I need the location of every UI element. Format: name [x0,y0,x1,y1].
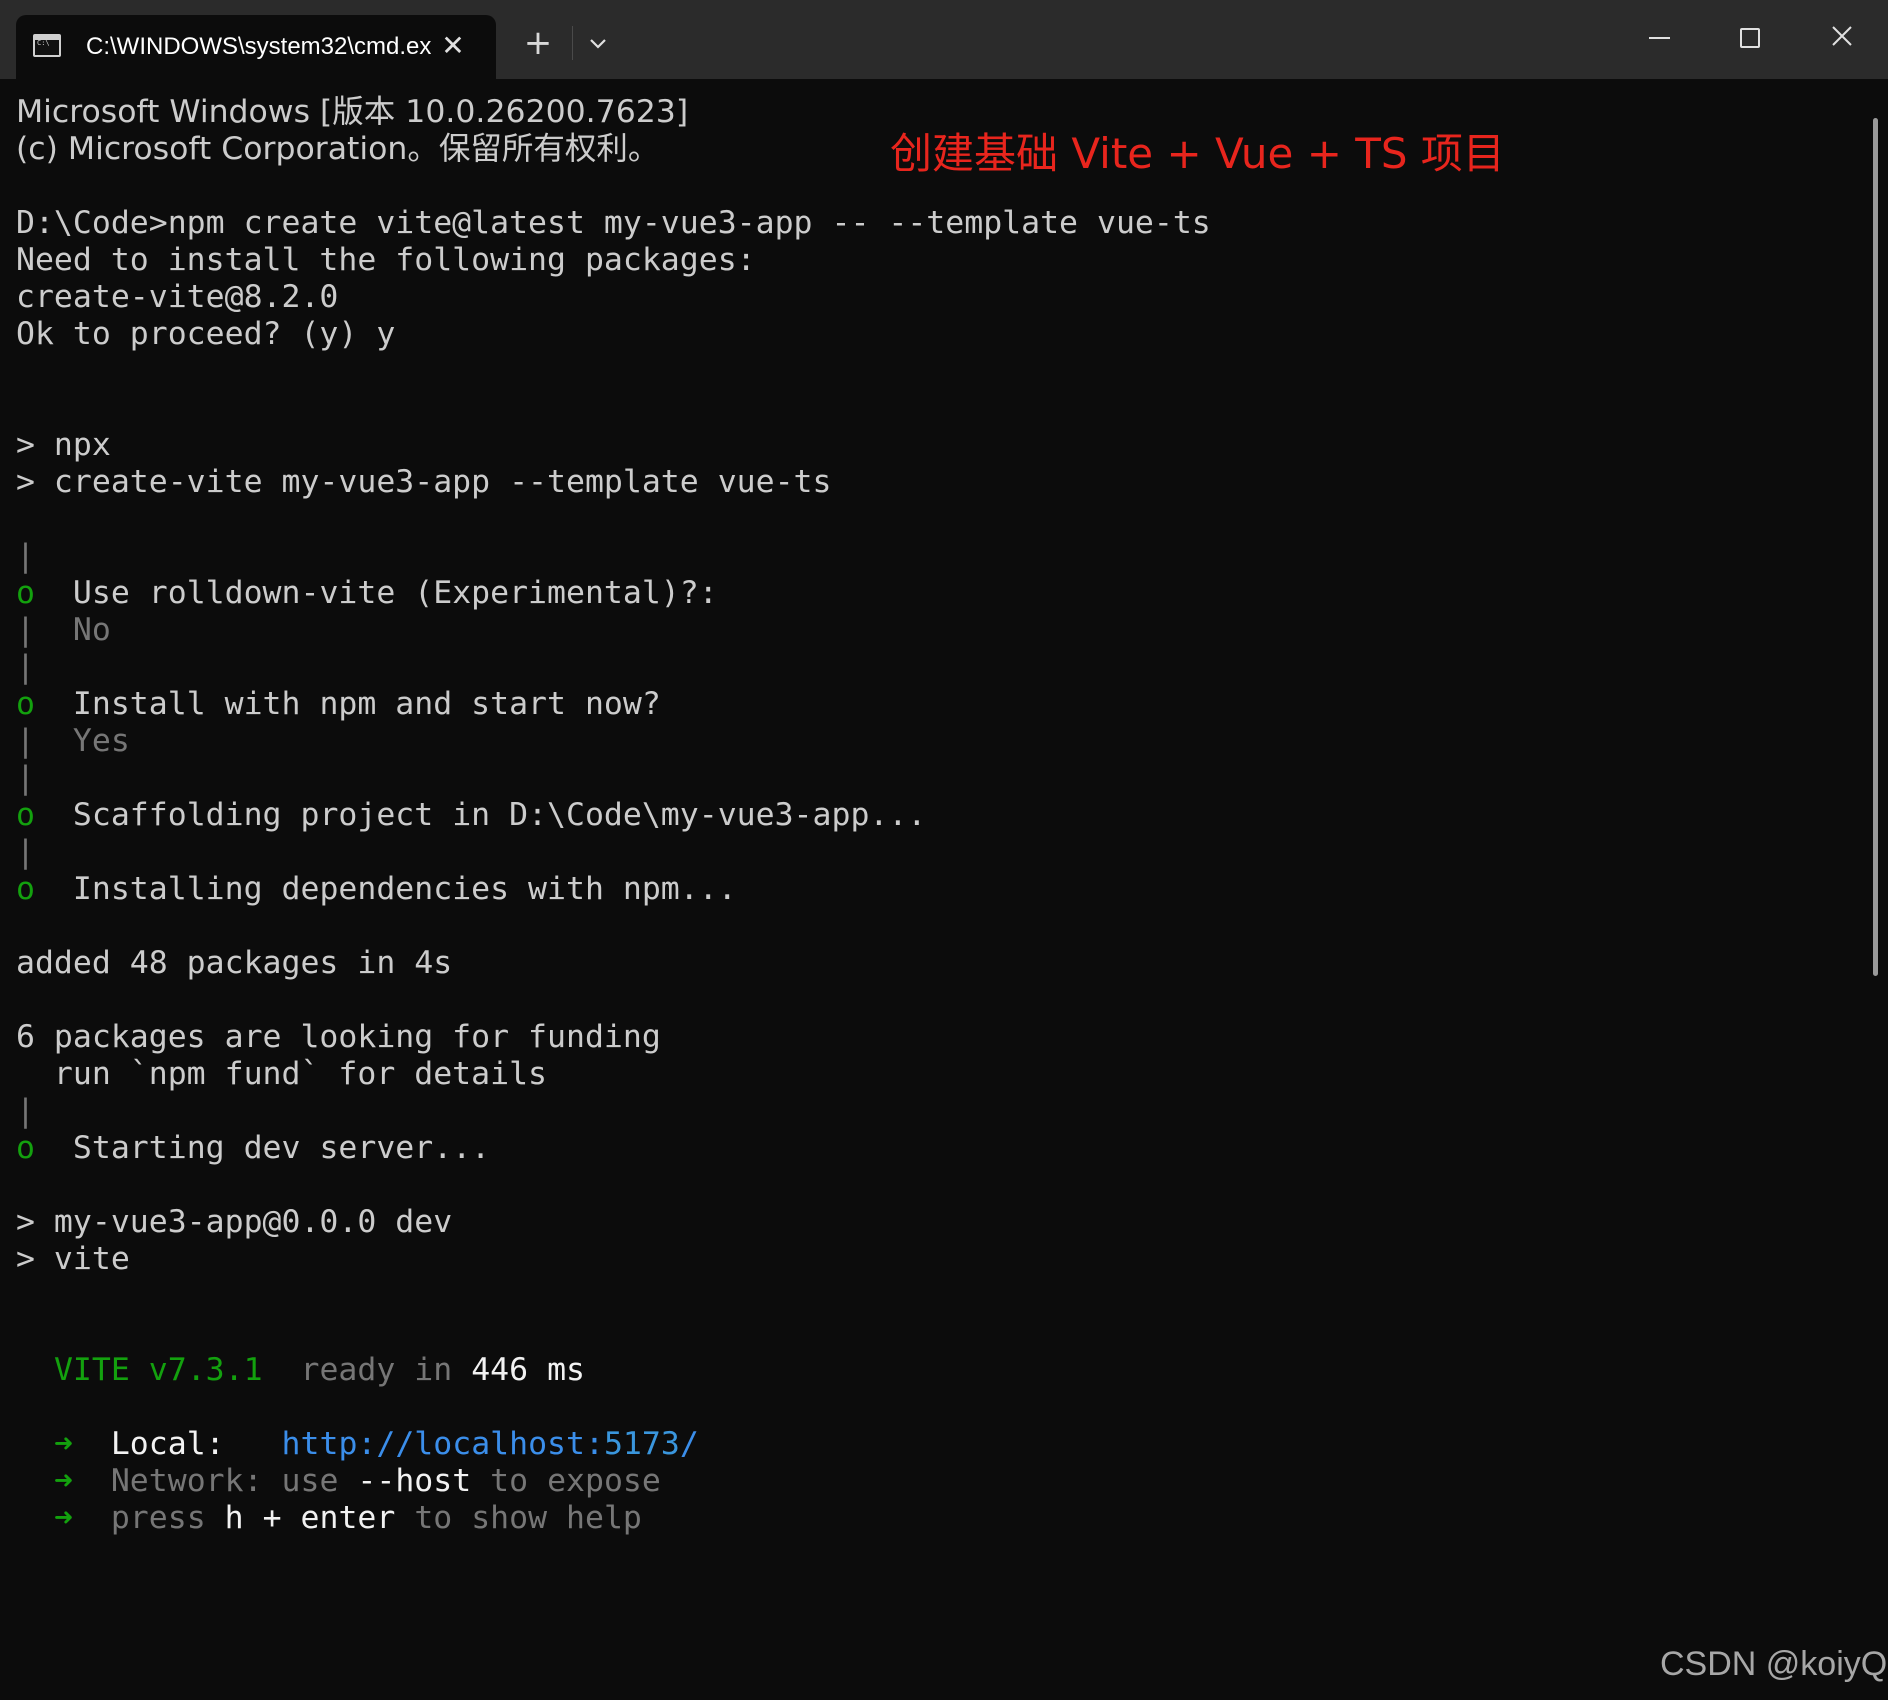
close-tab-button[interactable]: ✕ [440,32,466,60]
vite-version: v7.3.1 [148,1352,263,1388]
title-bar: C:\WINDOWS\system32\cmd.exe ✕ + [0,0,1888,79]
help-key: h [224,1500,244,1536]
arrow-icon: ➜ [53,1500,73,1536]
tab-divider [572,26,573,60]
terminal-line: run `npm fund` for details [16,1056,548,1092]
terminal-line: > npx [16,427,111,463]
prompt-question: Install with npm and start now? [72,686,661,722]
maximize-button[interactable] [1730,20,1770,56]
console-icon [33,34,61,57]
prompt-bullet: o [16,797,35,833]
close-window-button[interactable] [1822,20,1862,56]
arrow-icon: ➜ [53,1463,73,1499]
local-url-line: ➜ Local: http://localhost:5173/ [16,1426,699,1463]
new-tab-button[interactable]: + [522,26,554,60]
minimize-button[interactable] [1640,20,1680,56]
network-label: Network: [110,1463,263,1499]
prompt-pipe: | [16,612,35,648]
tab-title: C:\WINDOWS\system32\cmd.exe [86,33,431,60]
prompt-pipe: | [16,834,35,870]
status-text: Installing dependencies with npm... [72,871,737,907]
terminal-line: > vite [16,1241,130,1277]
terminal-line: o Install with npm and start now? [16,686,661,723]
terminal-line: > my-vue3-app@0.0.0 dev [16,1204,453,1240]
ready-unit: ms [547,1352,585,1388]
prompt-bullet: o [16,1130,35,1166]
status-text: Starting dev server... [72,1130,491,1166]
ready-time: 446 [471,1352,529,1388]
chevron-down-icon[interactable] [584,30,612,58]
help-line: ➜ press h + enter to show help [53,1500,642,1536]
status-text: Scaffolding project in D:\Code\my-vue3-a… [72,797,927,833]
local-label: Local: [110,1426,225,1462]
arrow-icon: ➜ [53,1426,73,1462]
network-line: ➜ Network: use --host to expose [53,1463,661,1499]
scrollbar[interactable] [1873,118,1878,976]
terminal-output[interactable]: Microsoft Windows [版本 10.0.26200.7623] (… [0,79,1870,1700]
terminal-line: o Starting dev server... [16,1130,490,1167]
annotation-title: 创建基础 Vite + Vue + TS 项目 [890,129,1505,178]
enter-key: enter [300,1500,396,1536]
prompt-bullet: o [16,871,35,907]
terminal-line: 6 packages are looking for funding [16,1019,661,1055]
prompt-question: Use rolldown-vite (Experimental)?: [72,575,718,611]
terminal-line: o Installing dependencies with npm... [16,871,737,908]
watermark: CSDN @koiyQ [1660,1645,1888,1683]
vite-ready-line: VITE v7.3.1 ready in 446 ms [16,1352,585,1389]
terminal-line: > create-vite my-vue3-app --template vue… [16,464,832,500]
prompt-answer: No [72,612,111,648]
terminal-line: create-vite@8.2.0 [16,279,339,315]
prompt-bullet: o [16,575,35,611]
prompt-pipe: | [16,649,35,685]
terminal-line: | Yes [16,723,130,760]
prompt-pipe: | [16,723,35,759]
terminal-line: o Use rolldown-vite (Experimental)?: [16,575,718,612]
prompt-pipe: | [16,1093,35,1129]
terminal-line: D:\Code>npm create vite@latest my-vue3-a… [16,205,1211,241]
tab-cmd[interactable]: C:\WINDOWS\system32\cmd.exe ✕ [16,15,496,79]
terminal-line: (c) Microsoft Corporation。保留所有权利。 [16,131,660,167]
prompt-bullet: o [16,686,35,722]
terminal-line: added 48 packages in 4s [16,945,453,981]
prompt-pipe: | [16,538,35,574]
terminal-line: | No [16,612,111,649]
ready-label: ready in [300,1352,453,1388]
prompt-answer: Yes [72,723,130,759]
host-flag: --host [357,1463,472,1499]
vite-name: VITE [53,1352,130,1388]
prompt-pipe: | [16,760,35,796]
terminal-line: Microsoft Windows [版本 10.0.26200.7623] [16,94,689,130]
local-url-link[interactable]: http://localhost:5173/ [282,1426,699,1462]
terminal-line: o Scaffolding project in D:\Code\my-vue3… [16,797,926,834]
terminal-line: Ok to proceed? (y) y [16,316,396,352]
terminal-line: Need to install the following packages: [16,242,756,278]
